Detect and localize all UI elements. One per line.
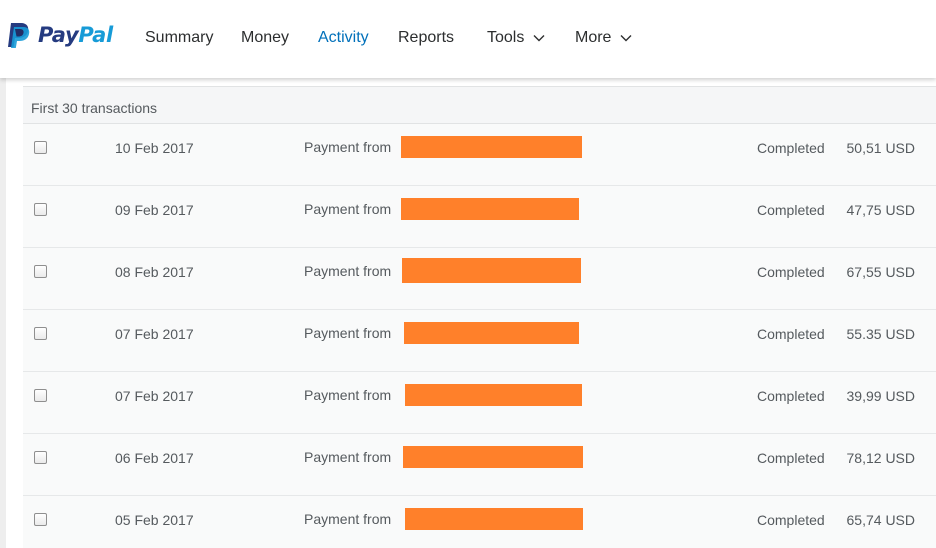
transaction-amount: 50,51 USD [846,140,915,156]
redacted-name-block [401,136,582,158]
transaction-status: Completed [757,202,825,218]
row-checkbox[interactable] [34,265,47,278]
transaction-date: 05 Feb 2017 [115,512,194,528]
transaction-description: Payment from [304,511,392,527]
transaction-row[interactable]: 06 Feb 2017 Payment from Completed 78,12… [23,434,936,496]
wordmark-pay: Pay [38,23,79,47]
row-checkbox[interactable] [34,141,47,154]
transaction-row[interactable]: 09 Feb 2017 Payment from Completed 47,75… [23,186,936,248]
transaction-description: Payment from [304,387,392,403]
row-checkbox[interactable] [34,513,47,526]
transactions-panel: First 30 transactions 10 Feb 2017 Paymen… [23,86,936,548]
transaction-description: Payment from [304,139,392,155]
transaction-description: Payment from [304,449,392,465]
top-header: PayPal Summary Money Activity Reports To… [0,0,936,78]
wordmark-pal: Pal [78,23,113,47]
transaction-date: 10 Feb 2017 [115,140,194,156]
nav-reports-label: Reports [398,29,455,46]
transaction-amount: 67,55 USD [846,264,915,280]
nav-tools[interactable]: Tools [487,27,545,49]
nav-money[interactable]: Money [241,27,289,49]
paypal-p-icon [8,23,30,48]
transactions-panel-header: First 30 transactions [23,86,936,124]
transaction-amount: 78,12 USD [846,450,915,466]
transaction-status: Completed [757,450,825,466]
redacted-name-block [401,198,579,220]
transaction-description: Payment from [304,201,392,217]
transaction-status: Completed [757,388,825,404]
nav-summary-label: Summary [145,29,214,46]
nav-summary[interactable]: Summary [145,27,213,49]
nav-activity-label: Activity [318,29,369,46]
left-gutter [0,78,6,548]
transaction-date: 07 Feb 2017 [115,388,194,404]
transaction-amount: 47,75 USD [846,202,915,218]
transaction-status: Completed [757,512,825,528]
nav-more[interactable]: More [575,27,632,49]
transaction-status: Completed [757,326,825,342]
redacted-name-block [405,384,582,406]
row-checkbox[interactable] [34,451,47,464]
nav-money-label: Money [241,29,290,46]
transaction-date: 08 Feb 2017 [115,264,194,280]
transaction-date: 07 Feb 2017 [115,326,194,342]
transaction-amount: 55.35 USD [846,326,915,342]
chevron-down-icon [620,34,632,42]
row-checkbox[interactable] [34,327,47,340]
nav-more-label: More [575,29,612,46]
redacted-name-block [403,446,583,468]
transaction-row[interactable]: 08 Feb 2017 Payment from Completed 67,55… [23,248,936,310]
nav-activity[interactable]: Activity [318,27,369,49]
redacted-name-block [405,508,583,530]
chevron-down-icon [533,34,545,42]
transaction-date: 06 Feb 2017 [115,450,194,466]
transaction-status: Completed [757,264,825,280]
transaction-description: Payment from [304,263,392,279]
transaction-amount: 39,99 USD [846,388,915,404]
nav-reports[interactable]: Reports [398,27,454,49]
redacted-name-block [402,258,581,283]
transaction-description: Payment from [304,325,392,341]
transaction-status: Completed [757,140,825,156]
transaction-row[interactable]: 07 Feb 2017 Payment from Completed 55.35… [23,310,936,372]
transaction-amount: 65,74 USD [846,512,915,528]
paypal-wordmark: PayPal [38,23,113,47]
transaction-date: 09 Feb 2017 [115,202,194,218]
transaction-row[interactable]: 05 Feb 2017 Payment from Completed 65,74… [23,496,936,548]
row-checkbox[interactable] [34,203,47,216]
paypal-logo[interactable]: PayPal [5,20,125,50]
transaction-row[interactable]: 07 Feb 2017 Payment from Completed 39,99… [23,372,936,434]
nav-tools-label: Tools [487,29,525,46]
redacted-name-block [404,322,579,344]
row-checkbox[interactable] [34,389,47,402]
transactions-count-label: First 30 transactions [31,100,158,116]
transaction-row[interactable]: 10 Feb 2017 Payment from Completed 50,51… [23,124,936,186]
